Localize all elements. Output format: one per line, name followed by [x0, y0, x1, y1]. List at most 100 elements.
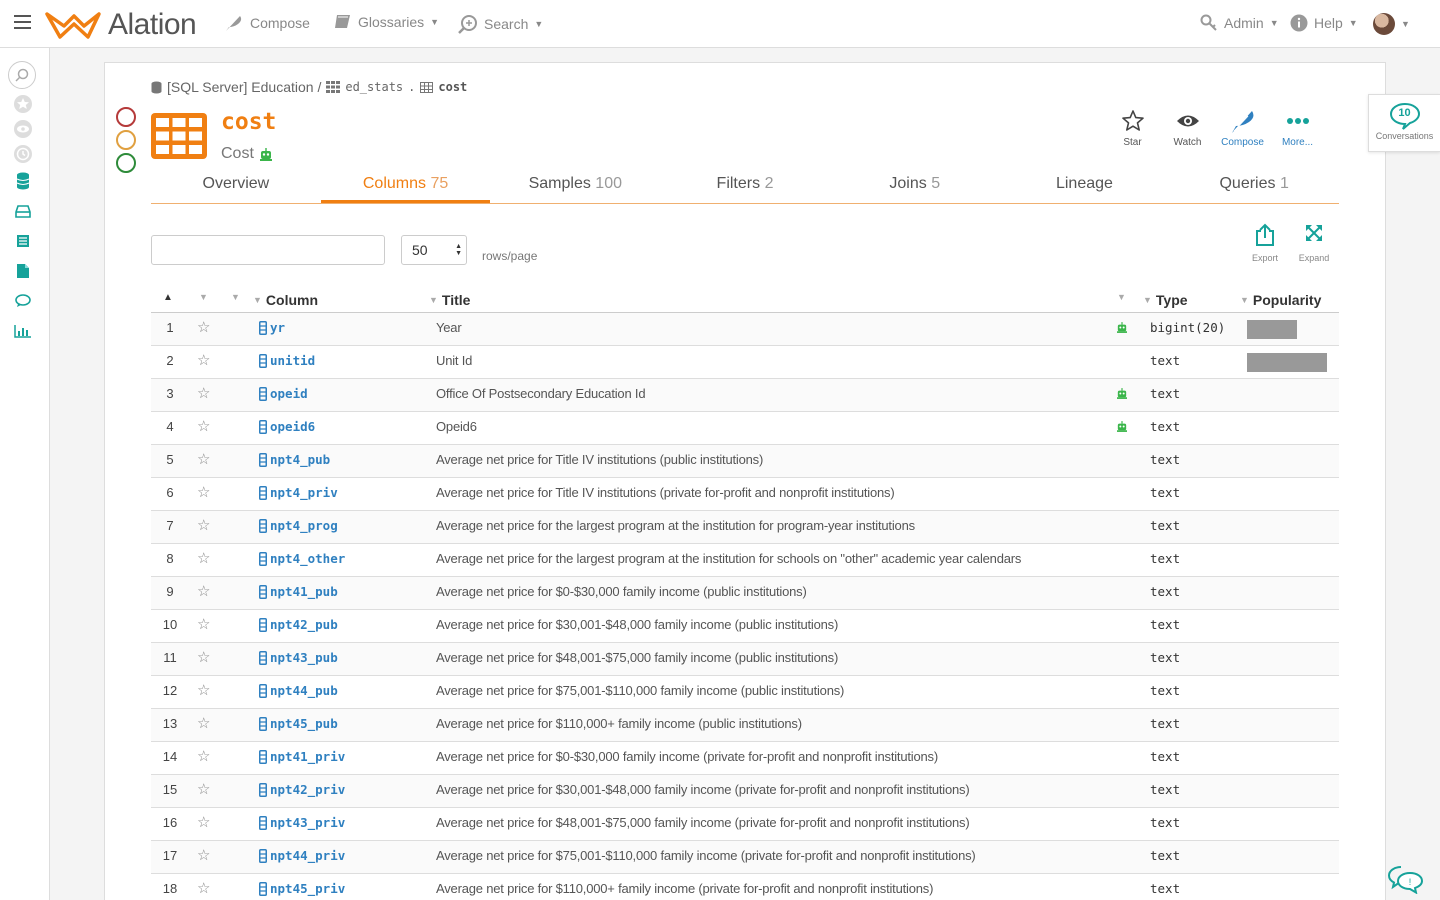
star-button[interactable]: Star	[1115, 105, 1150, 148]
column-link[interactable]: npt42_priv	[259, 775, 345, 805]
tab-queries[interactable]: Queries 1	[1169, 168, 1339, 203]
row-star-icon[interactable]: ☆	[197, 445, 210, 475]
column-title[interactable]: Average net price for $48,001-$75,000 fa…	[436, 643, 838, 673]
sort-index-icon[interactable]: ▲	[163, 292, 173, 303]
column-title[interactable]: Average net price for Title IV instituti…	[436, 445, 763, 475]
column-title[interactable]: Average net price for $48,001-$75,000 fa…	[436, 808, 970, 838]
breadcrumb-datasource[interactable]: [SQL Server] Education /	[167, 79, 321, 95]
column-link[interactable]: npt41_priv	[259, 742, 345, 772]
sidebar-chat-icon[interactable]	[12, 290, 34, 312]
nav-admin[interactable]: Admin ▼	[1200, 14, 1279, 32]
column-title[interactable]: Average net price for $110,000+ family i…	[436, 709, 802, 739]
user-menu[interactable]: ▼	[1373, 13, 1410, 35]
column-title[interactable]: Average net price for $75,001-$110,000 f…	[436, 841, 976, 871]
row-star-icon[interactable]: ☆	[197, 577, 210, 607]
column-header[interactable]: ▼ Column	[253, 292, 318, 308]
object-title[interactable]: Cost	[221, 145, 254, 163]
help-chat-button[interactable]: !	[1387, 864, 1424, 899]
row-star-icon[interactable]: ☆	[197, 709, 210, 739]
column-link[interactable]: npt4_pub	[259, 445, 330, 475]
column-link[interactable]: npt45_pub	[259, 709, 338, 739]
more-button[interactable]: More...	[1280, 105, 1315, 148]
row-star-icon[interactable]: ☆	[197, 313, 210, 343]
nav-help[interactable]: Help ▼	[1290, 14, 1358, 32]
row-star-icon[interactable]: ☆	[197, 874, 210, 900]
export-button[interactable]: Export	[1245, 223, 1285, 263]
column-filter-input[interactable]	[151, 235, 385, 265]
row-star-icon[interactable]: ☆	[197, 775, 210, 805]
sidebar-eye-icon[interactable]	[12, 118, 34, 140]
sidebar-document-icon[interactable]	[12, 260, 34, 282]
column-link[interactable]: npt44_pub	[259, 676, 338, 706]
sidebar-star-icon[interactable]	[12, 93, 34, 115]
sidebar-list-icon[interactable]	[12, 230, 34, 252]
tab-filters[interactable]: Filters 2	[660, 168, 830, 203]
logo[interactable]: Alation	[44, 8, 197, 42]
menu-icon[interactable]	[14, 15, 31, 29]
column-title[interactable]: Unit Id	[436, 346, 472, 376]
column-link[interactable]: npt4_prog	[259, 511, 338, 541]
column-link[interactable]: unitid	[259, 346, 315, 376]
row-star-icon[interactable]: ☆	[197, 478, 210, 508]
tab-samples[interactable]: Samples 100	[490, 168, 660, 203]
sort-star-icon[interactable]: ▼	[199, 292, 208, 302]
sidebar-database-icon[interactable]	[12, 170, 34, 192]
column-title[interactable]: Office Of Postsecondary Education Id	[436, 379, 646, 409]
sidebar-drive-icon[interactable]	[12, 200, 34, 222]
row-star-icon[interactable]: ☆	[197, 379, 210, 409]
row-star-icon[interactable]: ☆	[197, 841, 210, 871]
sidebar-search-icon[interactable]	[8, 61, 36, 89]
endorsement-flag-icon[interactable]	[116, 153, 136, 173]
nav-compose[interactable]: Compose	[224, 14, 310, 32]
row-star-icon[interactable]: ☆	[197, 544, 210, 574]
sort-flag-icon[interactable]: ▼	[231, 292, 240, 302]
column-title[interactable]: Opeid6	[436, 412, 477, 442]
column-link[interactable]: npt41_pub	[259, 577, 338, 607]
conversations-button[interactable]: 10 Conversations	[1368, 94, 1440, 152]
watch-button[interactable]: Watch	[1170, 105, 1205, 148]
row-star-icon[interactable]: ☆	[197, 742, 210, 772]
title-header[interactable]: ▼ Title	[429, 292, 470, 308]
column-link[interactable]: npt42_pub	[259, 610, 338, 640]
column-link[interactable]: yr	[259, 313, 285, 343]
column-title[interactable]: Average net price for $0-$30,000 family …	[436, 577, 807, 607]
column-title[interactable]: Average net price for $30,001-$48,000 fa…	[436, 775, 970, 805]
compose-button[interactable]: Compose	[1221, 105, 1264, 148]
column-link[interactable]: npt45_priv	[259, 874, 345, 900]
row-star-icon[interactable]: ☆	[197, 808, 210, 838]
column-title[interactable]: Average net price for $110,000+ family i…	[436, 874, 933, 900]
column-title[interactable]: Year	[436, 313, 462, 343]
row-star-icon[interactable]: ☆	[197, 643, 210, 673]
tab-overview[interactable]: Overview	[151, 168, 321, 203]
row-star-icon[interactable]: ☆	[197, 676, 210, 706]
sidebar-history-icon[interactable]	[12, 143, 34, 165]
sidebar-chart-icon[interactable]	[12, 320, 34, 342]
breadcrumb-schema[interactable]: ed_stats	[345, 80, 403, 94]
popularity-header[interactable]: ▼ Popularity	[1240, 292, 1321, 308]
rows-per-page-select[interactable]: 50 ▲ ▼	[401, 235, 467, 265]
column-title[interactable]: Average net price for Title IV instituti…	[436, 478, 895, 508]
deprecation-flag-icon[interactable]	[116, 107, 136, 127]
column-link[interactable]: npt4_other	[259, 544, 345, 574]
column-title[interactable]: Average net price for the largest progra…	[436, 544, 1021, 574]
row-star-icon[interactable]: ☆	[197, 610, 210, 640]
type-header[interactable]: ▼ Type	[1143, 292, 1188, 308]
row-star-icon[interactable]: ☆	[197, 412, 210, 442]
column-title[interactable]: Average net price for $75,001-$110,000 f…	[436, 676, 844, 706]
column-link[interactable]: npt4_priv	[259, 478, 338, 508]
warning-flag-icon[interactable]	[116, 130, 136, 150]
column-link[interactable]: npt43_pub	[259, 643, 338, 673]
tab-joins[interactable]: Joins 5	[830, 168, 1000, 203]
column-link[interactable]: npt44_priv	[259, 841, 345, 871]
tab-columns[interactable]: Columns 75	[320, 168, 491, 203]
nav-glossaries[interactable]: Glossaries ▼	[334, 14, 439, 30]
expand-button[interactable]: Expand	[1294, 223, 1334, 263]
column-link[interactable]: opeid	[259, 379, 308, 409]
tab-lineage[interactable]: Lineage	[1000, 168, 1170, 203]
column-link[interactable]: opeid6	[259, 412, 315, 442]
row-star-icon[interactable]: ☆	[197, 511, 210, 541]
column-link[interactable]: npt43_priv	[259, 808, 345, 838]
nav-search[interactable]: Search ▼	[458, 14, 543, 34]
column-title[interactable]: Average net price for $30,001-$48,000 fa…	[436, 610, 838, 640]
sort-bot-icon[interactable]: ▼	[1117, 292, 1126, 302]
